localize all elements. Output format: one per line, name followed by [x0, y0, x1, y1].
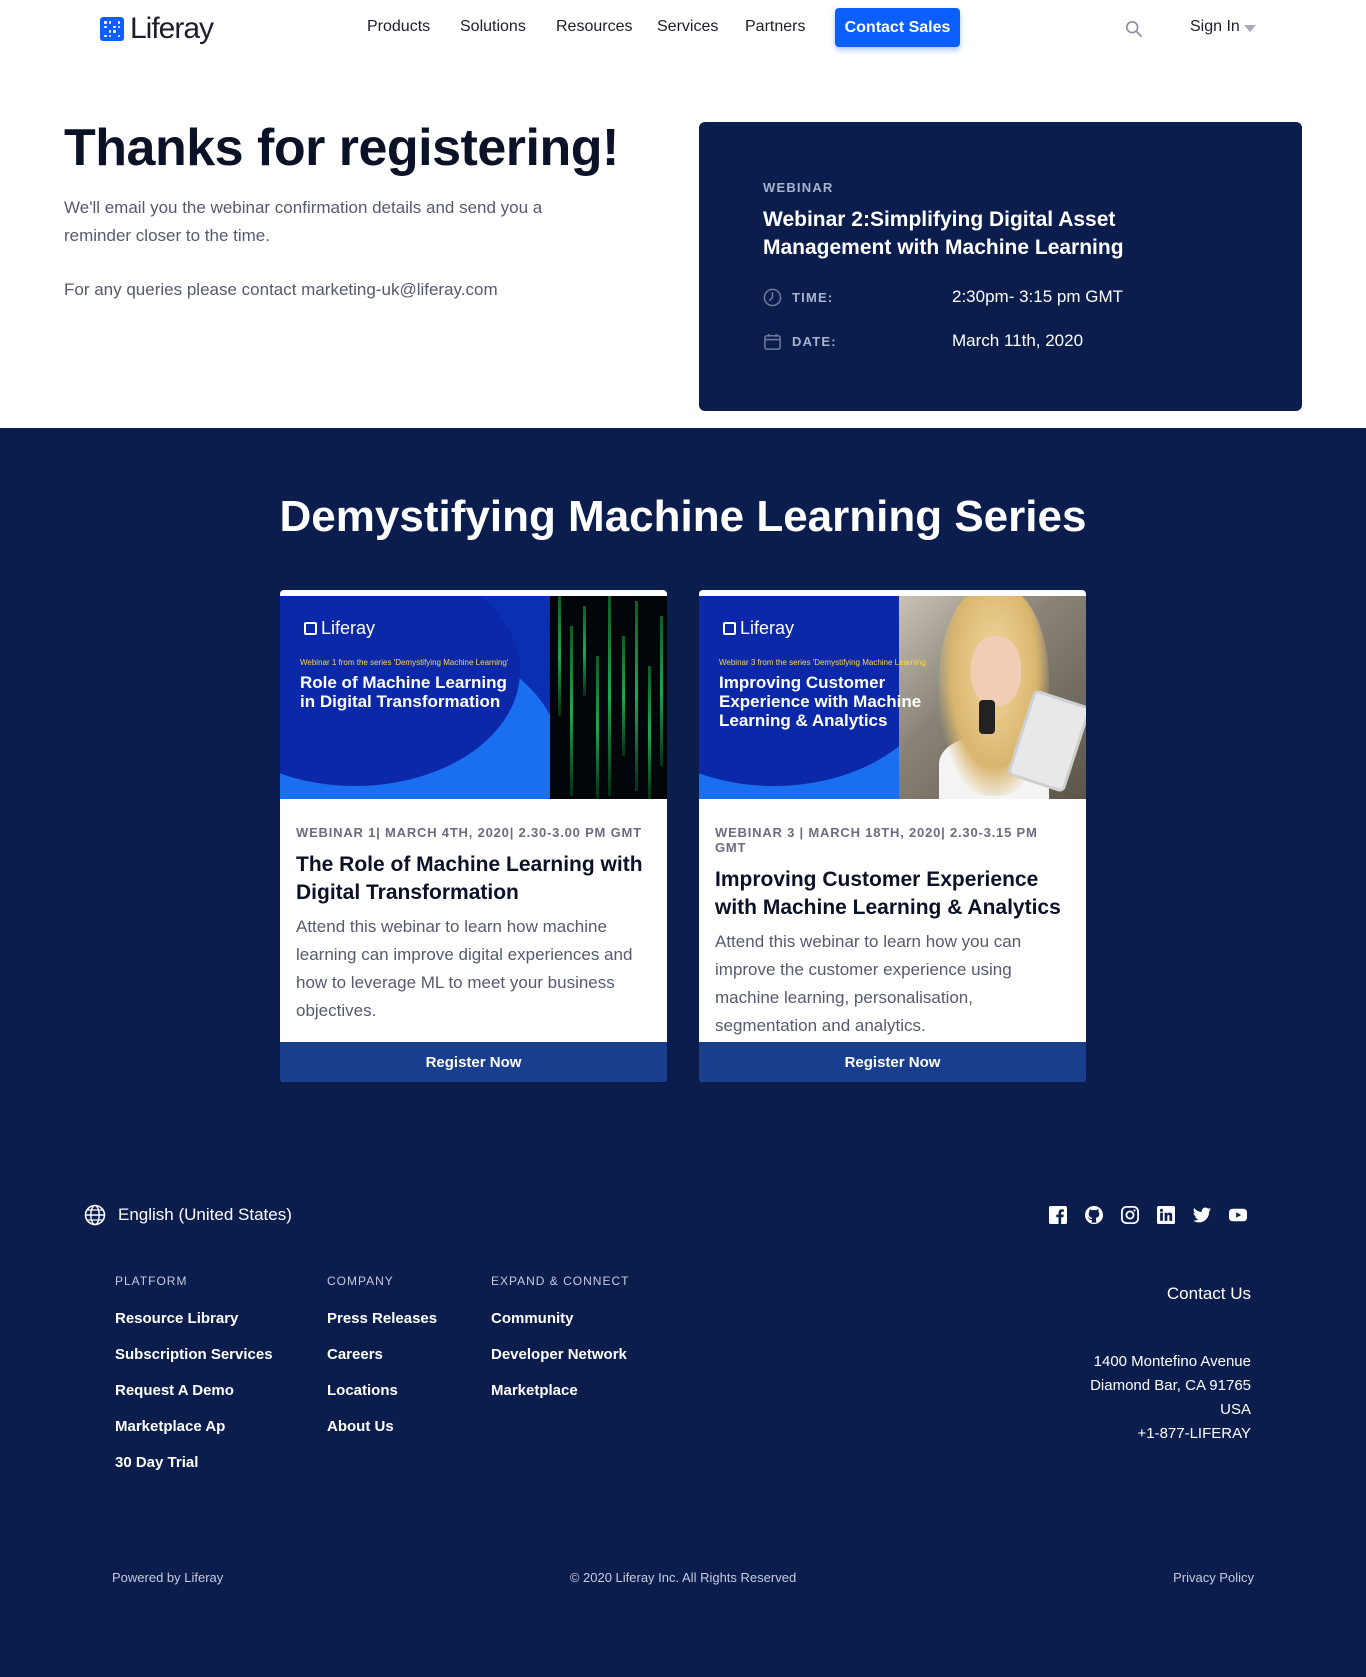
powered-by-link[interactable]: Powered by Liferay — [112, 1570, 223, 1585]
webinar-eyebrow: WEBINAR — [763, 180, 834, 195]
liferay-logo[interactable]: Liferay — [100, 12, 214, 45]
youtube-icon[interactable] — [1229, 1206, 1247, 1224]
banner-logo: Liferay — [304, 618, 375, 639]
logo-text: Liferay — [130, 12, 214, 45]
footer-link[interactable]: Marketplace Ap — [115, 1417, 273, 1436]
webinar-3-banner-image[interactable]: Liferay Webinar 3 from the series 'Demys… — [699, 596, 1086, 799]
webinar-details-card: WEBINAR Webinar 2:Simplifying Digital As… — [699, 122, 1302, 411]
webinar-card-3: Liferay Webinar 3 from the series 'Demys… — [699, 590, 1086, 1082]
footer-heading: PLATFORM — [115, 1274, 188, 1288]
footer-heading: EXPAND & CONNECT — [491, 1274, 630, 1288]
address-line: 1400 Montefino Avenue — [1093, 1353, 1251, 1370]
card-description: Attend this webinar to learn how machine… — [296, 917, 633, 1020]
card-title[interactable]: The Role of Machine Learning with Digita… — [296, 851, 651, 907]
clock-icon — [763, 288, 782, 306]
nav-resources[interactable]: Resources — [556, 18, 632, 36]
contact-us-link[interactable]: Contact Us — [1167, 1284, 1251, 1304]
liferay-logo-icon — [723, 622, 736, 635]
footer-column-platform: PLATFORM Resource Library Subscription S… — [115, 1274, 273, 1489]
card-title[interactable]: Improving Customer Experience with Machi… — [715, 866, 1070, 922]
hero-description: We'll email you the webinar confirmation… — [64, 198, 543, 245]
webinar-1-banner-image[interactable]: Liferay Webinar 1 from the series 'Demys… — [280, 596, 667, 799]
address-line: Diamond Bar, CA 91765 — [1090, 1377, 1251, 1394]
banner-subtitle: Webinar 1 from the series 'Demystifying … — [300, 658, 509, 667]
linkedin-icon[interactable] — [1157, 1206, 1175, 1224]
series-title: Demystifying Machine Learning Series — [279, 492, 1087, 541]
instagram-icon[interactable] — [1121, 1206, 1139, 1224]
contact-sales-button[interactable]: Contact Sales — [835, 8, 960, 47]
footer-link[interactable]: Developer Network — [491, 1345, 629, 1364]
banner-title: Improving Customer Experience with Machi… — [719, 673, 922, 730]
nav-partners[interactable]: Partners — [745, 18, 805, 36]
series-section: Demystifying Machine Learning Series Lif… — [0, 428, 1366, 1677]
footer-link[interactable]: Press Releases — [327, 1309, 437, 1328]
sign-in-label: Sign In — [1190, 18, 1240, 35]
hero-contact-text: For any queries please contact marketing… — [64, 280, 498, 299]
footer-heading: COMPANY — [327, 1274, 394, 1288]
footer-link[interactable]: Locations — [327, 1381, 437, 1400]
footer-link[interactable]: 30 Day Trial — [115, 1453, 273, 1472]
language-label: English (United States) — [118, 1205, 292, 1224]
date-value: March 11th, 2020 — [952, 331, 1084, 350]
footer-link[interactable]: Community — [491, 1309, 629, 1328]
facebook-icon[interactable] — [1049, 1206, 1067, 1224]
banner-subtitle: Webinar 3 from the series 'Demystifying … — [719, 658, 926, 667]
site-header: Liferay Products Solutions Resources Ser… — [0, 0, 1366, 58]
footer-link[interactable]: Careers — [327, 1345, 437, 1364]
address-line: USA — [1220, 1401, 1251, 1418]
footer-link[interactable]: Marketplace — [491, 1381, 629, 1400]
nav-products[interactable]: Products — [367, 18, 430, 36]
github-icon[interactable] — [1085, 1206, 1103, 1224]
code-rain-graphic — [550, 596, 667, 799]
footer-link[interactable]: Request A Demo — [115, 1381, 273, 1400]
globe-icon — [84, 1204, 106, 1226]
card-meta: WEBINAR 1| MARCH 4TH, 2020| 2.30-3.00 PM… — [296, 825, 642, 840]
footer-link[interactable]: Subscription Services — [115, 1345, 273, 1364]
footer-link[interactable]: About Us — [327, 1417, 437, 1436]
calendar-icon — [764, 333, 781, 350]
liferay-logo-icon — [100, 17, 124, 41]
banner-title: Role of Machine Learning in Digital Tran… — [300, 673, 507, 711]
register-now-button[interactable]: Register Now — [699, 1042, 1086, 1082]
card-meta: WEBINAR 3 | MARCH 18TH, 2020| 2.30-3.15 … — [715, 825, 1038, 855]
webinar-date-row: DATE: March 11th, 2020 — [763, 331, 1083, 351]
banner-logo: Liferay — [723, 618, 794, 639]
search-icon[interactable] — [1125, 20, 1143, 38]
webinar-title: Webinar 2:Simplifying Digital Asset Mana… — [763, 208, 1124, 259]
footer-column-company: COMPANY Press Releases Careers Locations… — [327, 1274, 437, 1453]
social-links — [1049, 1206, 1247, 1224]
footer-link[interactable]: Resource Library — [115, 1309, 273, 1328]
page-title: Thanks for registering! — [64, 119, 619, 177]
language-selector[interactable]: English (United States) — [84, 1204, 292, 1226]
nav-services[interactable]: Services — [657, 18, 718, 36]
webinar-time-row: TIME: 2:30pm- 3:15 pm GMT — [763, 287, 1123, 307]
time-label: TIME: — [792, 289, 834, 305]
card-description: Attend this webinar to learn how you can… — [715, 932, 1022, 1035]
phone-number[interactable]: +1-877-LIFERAY — [1090, 1422, 1251, 1446]
date-label: DATE: — [792, 333, 837, 349]
privacy-policy-link[interactable]: Privacy Policy — [1173, 1570, 1254, 1585]
footer-column-expand-connect: EXPAND & CONNECT Community Developer Net… — [491, 1274, 629, 1417]
sign-in-menu[interactable]: Sign In — [1190, 18, 1256, 36]
time-value: 2:30pm- 3:15 pm GMT — [952, 287, 1124, 306]
twitter-icon[interactable] — [1193, 1206, 1211, 1224]
liferay-logo-icon — [304, 622, 317, 635]
company-address: 1400 Montefino Avenue Diamond Bar, CA 91… — [1090, 1350, 1251, 1446]
register-now-button[interactable]: Register Now — [280, 1042, 667, 1082]
nav-solutions[interactable]: Solutions — [460, 18, 526, 36]
webinar-card-1: Liferay Webinar 1 from the series 'Demys… — [280, 590, 667, 1082]
chevron-down-icon — [1243, 24, 1256, 32]
